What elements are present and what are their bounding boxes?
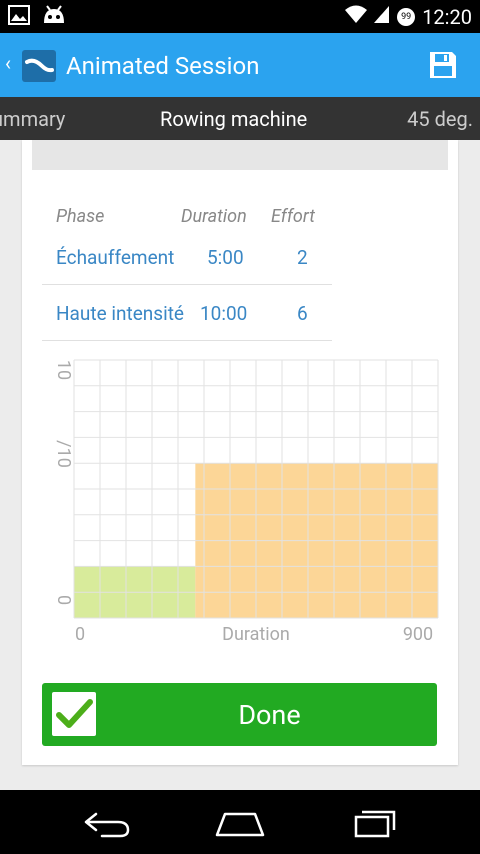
card-top-placeholder bbox=[32, 140, 448, 170]
tab-rowing-machine[interactable]: Rowing machine bbox=[160, 107, 307, 131]
signal-icon bbox=[374, 4, 390, 29]
back-icon[interactable] bbox=[82, 808, 132, 838]
app-logo-icon[interactable] bbox=[22, 50, 56, 82]
android-icon bbox=[42, 5, 66, 29]
back-chevron-icon[interactable]: ‹ bbox=[5, 53, 11, 73]
row-effort: 2 bbox=[297, 246, 308, 269]
done-label: Done bbox=[238, 699, 301, 731]
effort-chart: 0 900 Duration 0 10/10 bbox=[22, 358, 458, 648]
x-tick-label: 900 bbox=[403, 624, 433, 645]
row-duration: 10:00 bbox=[200, 302, 248, 325]
row-divider bbox=[42, 284, 332, 285]
row-effort: 6 bbox=[297, 302, 308, 325]
home-icon[interactable] bbox=[215, 808, 265, 838]
header-duration: Duration bbox=[181, 206, 247, 227]
row-phase: Haute intensité bbox=[56, 302, 184, 325]
action-bar: ‹ Animated Session bbox=[0, 33, 480, 97]
status-time: 12:20 bbox=[422, 4, 472, 29]
recent-apps-icon[interactable] bbox=[350, 808, 400, 838]
wifi-icon bbox=[344, 4, 368, 29]
y-tick-label: 0 bbox=[53, 595, 74, 605]
row-divider bbox=[42, 340, 332, 341]
tab-45-deg[interactable]: 45 deg. bbox=[407, 107, 473, 131]
notification-badge-icon: 99 bbox=[396, 7, 416, 27]
row-duration: 5:00 bbox=[207, 246, 244, 269]
header-phase: Phase bbox=[56, 206, 105, 227]
y-tick-label: 10 bbox=[53, 360, 74, 380]
notification-count: 99 bbox=[401, 11, 412, 22]
table-row[interactable]: Échauffement 5:00 2 bbox=[22, 246, 458, 276]
status-bar: 99 12:20 bbox=[0, 0, 480, 33]
header-effort: Effort bbox=[271, 206, 315, 227]
x-tick-label: 0 bbox=[75, 624, 85, 645]
gallery-icon bbox=[8, 5, 30, 29]
row-phase: Échauffement bbox=[56, 246, 175, 269]
x-axis-label: Duration bbox=[222, 624, 290, 645]
tab-bar: ummary Rowing machine 45 deg. bbox=[0, 97, 480, 140]
table-header: Phase Duration Effort bbox=[22, 206, 458, 230]
save-icon[interactable] bbox=[428, 50, 458, 80]
table-row[interactable]: Haute intensité 10:00 6 bbox=[22, 302, 458, 332]
navigation-bar bbox=[0, 790, 480, 854]
y-axis-label: /10 bbox=[53, 440, 74, 468]
page-title: Animated Session bbox=[66, 52, 260, 80]
chart-svg: 0 900 Duration 0 10/10 bbox=[53, 359, 439, 645]
done-button[interactable]: Done bbox=[42, 683, 437, 746]
session-card: Phase Duration Effort Échauffement 5:00 … bbox=[22, 140, 458, 765]
tab-summary[interactable]: ummary bbox=[0, 107, 65, 131]
checkmark-icon bbox=[52, 692, 96, 736]
